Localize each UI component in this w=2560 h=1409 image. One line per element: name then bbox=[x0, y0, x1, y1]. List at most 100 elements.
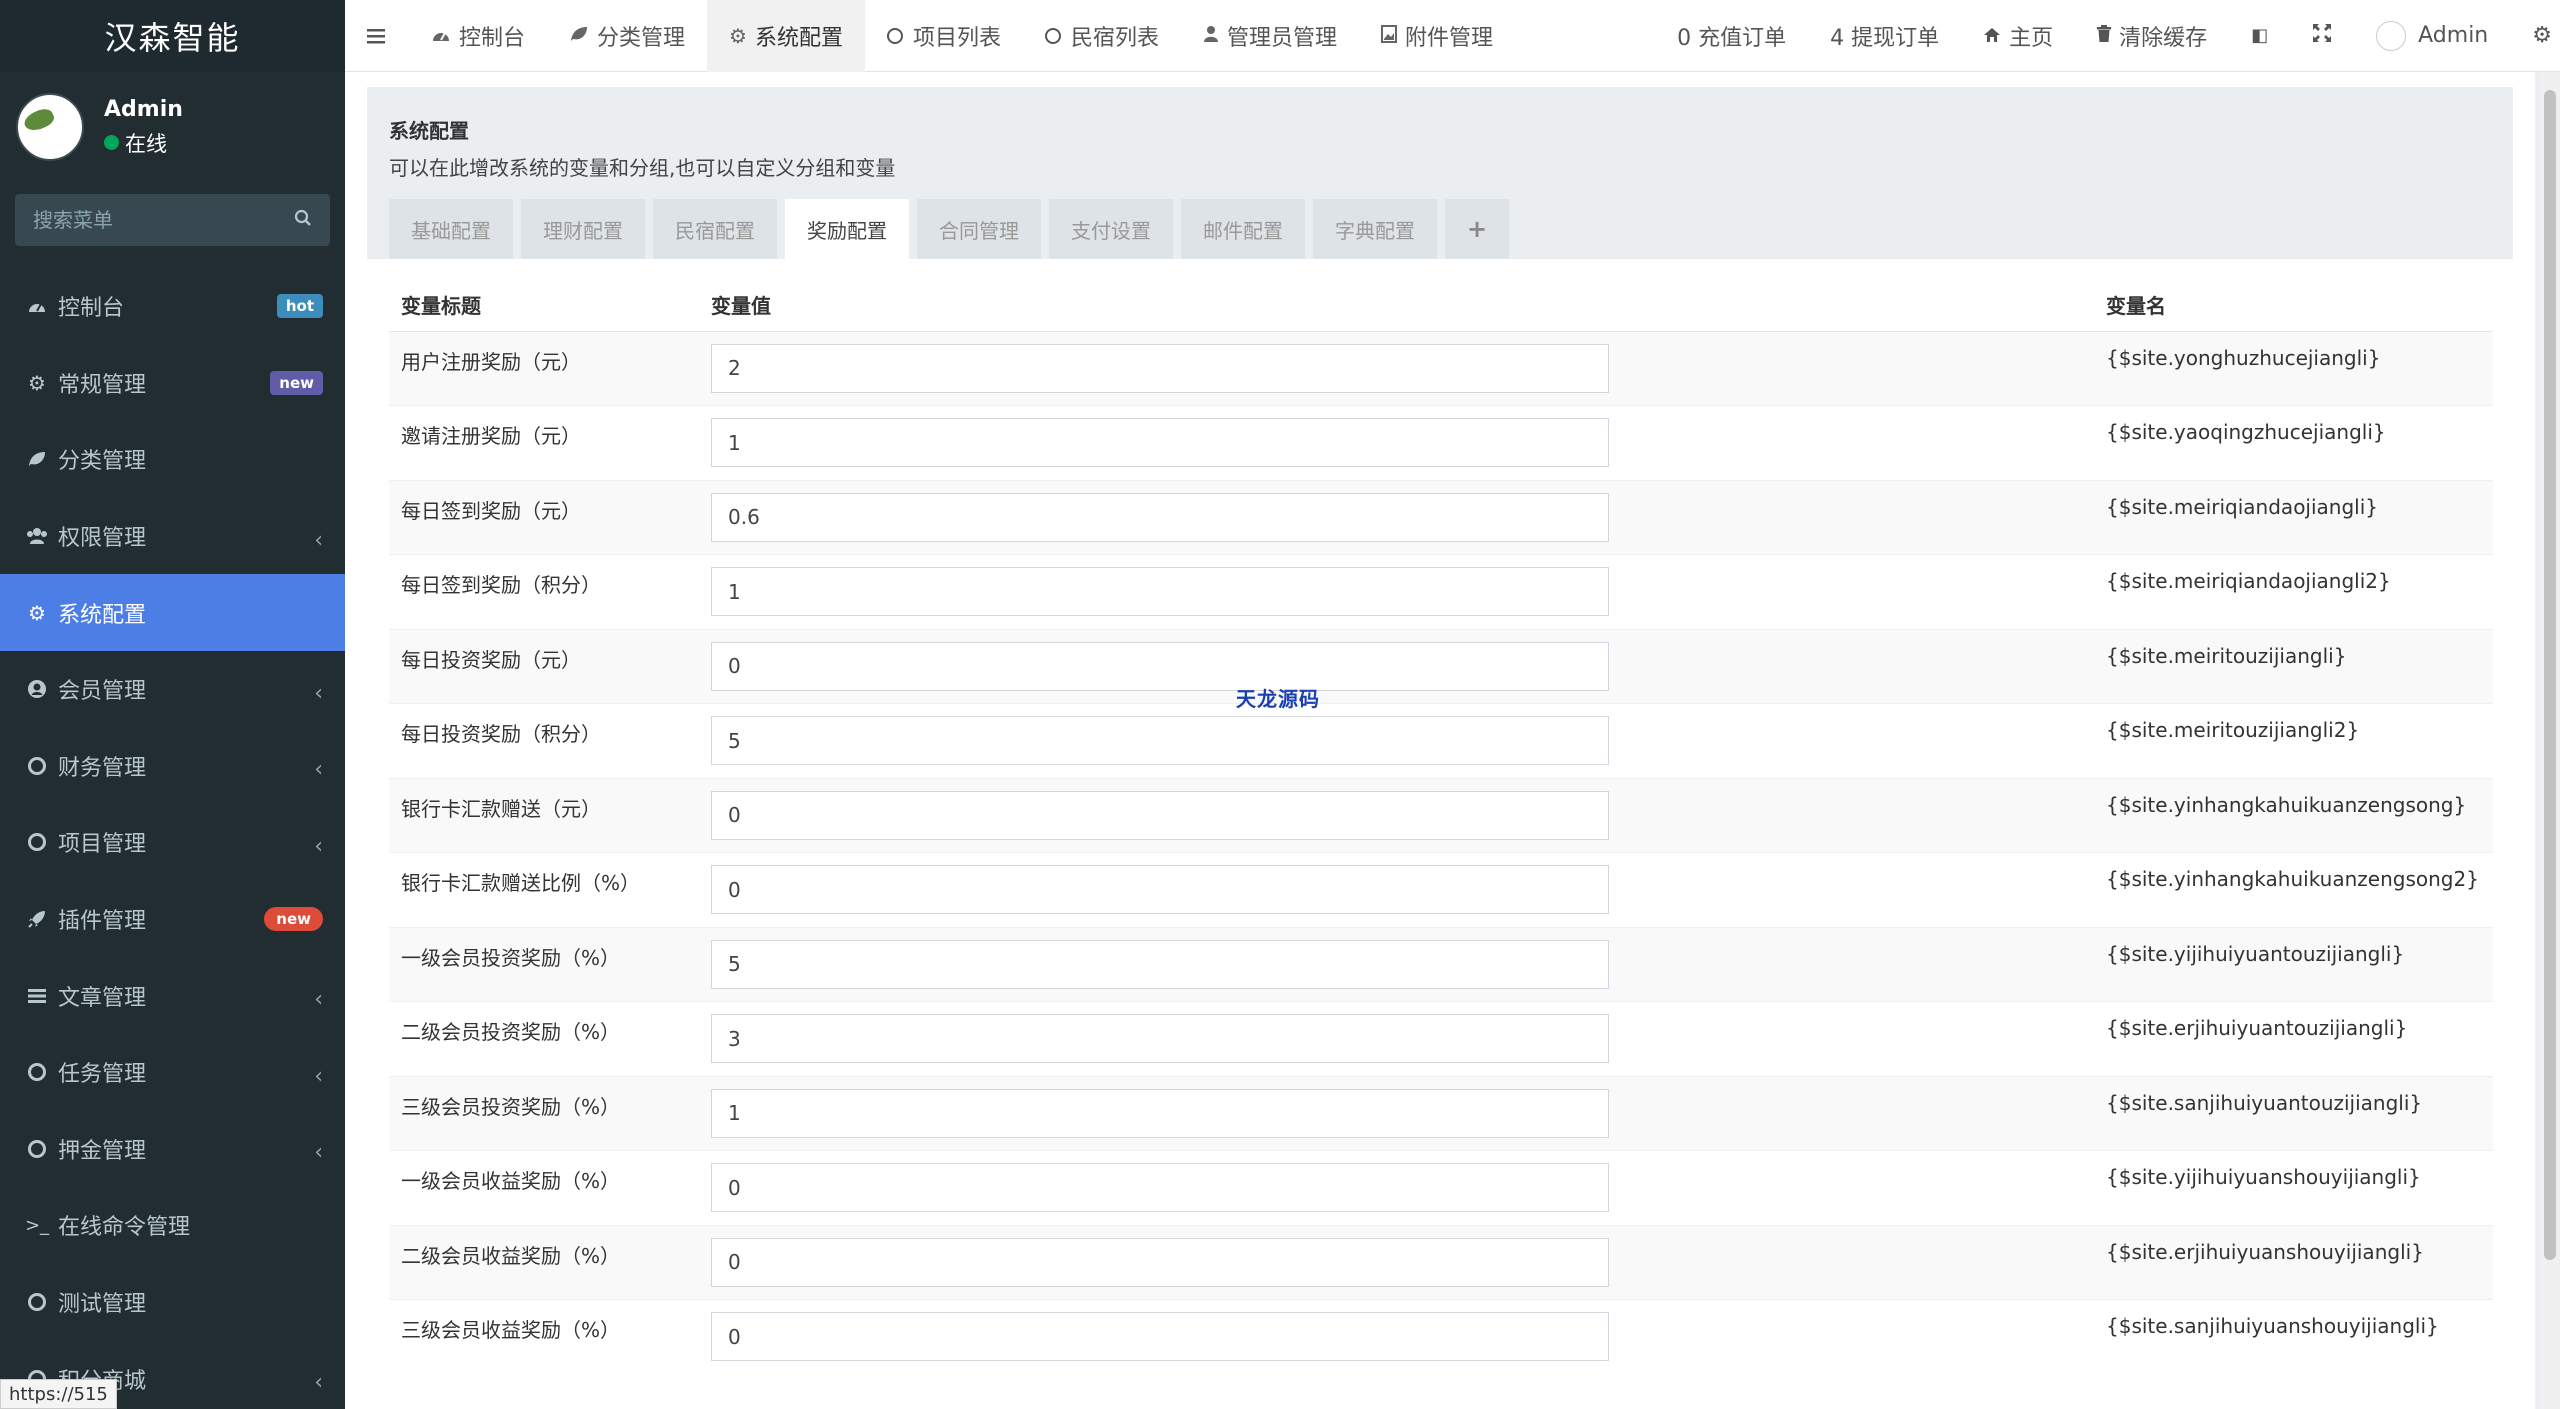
value-input[interactable] bbox=[711, 1238, 1609, 1287]
sidebar-item-project[interactable]: 项目管理 ‹ bbox=[0, 804, 345, 881]
value-input[interactable] bbox=[711, 642, 1609, 691]
variable-name: {$site.yinhangkahuikuanzengsong2} bbox=[2094, 853, 2493, 928]
sidebar-item-label: 插件管理 bbox=[58, 903, 264, 935]
page-scrollbar[interactable] bbox=[2540, 72, 2560, 1409]
sidebar-item-command[interactable]: >_ 在线命令管理 bbox=[0, 1187, 345, 1264]
sidebar-item-general[interactable]: ⚙ 常规管理 new bbox=[0, 345, 345, 422]
value-input[interactable] bbox=[711, 344, 1609, 393]
gear-icon: ⚙ bbox=[26, 602, 48, 624]
row-title: 一级会员投资奖励（%） bbox=[389, 927, 699, 1002]
value-input[interactable] bbox=[711, 1312, 1609, 1361]
tab-reward-config[interactable]: 奖励配置 bbox=[785, 199, 909, 259]
language-icon: ◧ bbox=[2251, 25, 2268, 46]
value-input[interactable] bbox=[711, 940, 1609, 989]
tab-dictionary[interactable]: 字典配置 bbox=[1313, 199, 1437, 259]
sidebar-item-dashboard[interactable]: 控制台 hot bbox=[0, 268, 345, 345]
top-navbar: 控制台 分类管理 ⚙ 系统配置 项目列表 民宿列表 管理员管理 附件管理 0 充… bbox=[345, 0, 2560, 72]
circle-icon bbox=[26, 1138, 48, 1160]
column-header-title: 变量标题 bbox=[389, 279, 699, 331]
tab-payment[interactable]: 支付设置 bbox=[1049, 199, 1173, 259]
sidebar: 汉森智能 Admin 在线 控制台 hot ⚙ 常规管理 new bbox=[0, 0, 345, 1409]
table-row: 银行卡汇款赠送比例（%） {$site.yinhangkahuikuanzeng… bbox=[389, 853, 2493, 928]
tab-homestay-config[interactable]: 民宿配置 bbox=[653, 199, 777, 259]
tab-dashboard[interactable]: 控制台 bbox=[409, 0, 547, 72]
sidebar-item-member[interactable]: 会员管理 ‹ bbox=[0, 651, 345, 728]
table-row: 每日投资奖励（元） {$site.meiritouzijiangli} bbox=[389, 629, 2493, 704]
language-button[interactable]: ◧ bbox=[2229, 0, 2290, 72]
chevron-left-icon: ‹ bbox=[314, 528, 323, 553]
sidebar-item-plugin[interactable]: 插件管理 new bbox=[0, 881, 345, 958]
chevron-left-icon: ‹ bbox=[314, 681, 323, 706]
sidebar-item-article[interactable]: 文章管理 ‹ bbox=[0, 957, 345, 1034]
variable-name: {$site.erjihuiyuantouzijiangli} bbox=[2094, 1002, 2493, 1077]
value-input[interactable] bbox=[711, 418, 1609, 467]
row-title: 三级会员收益奖励（%） bbox=[389, 1300, 699, 1375]
withdraw-orders-link[interactable]: 4 提现订单 bbox=[1808, 0, 1961, 72]
value-input[interactable] bbox=[711, 865, 1609, 914]
user-menu[interactable]: Admin bbox=[2354, 0, 2510, 72]
sidebar-item-label: 控制台 bbox=[58, 290, 277, 322]
tab-homestay-list[interactable]: 民宿列表 bbox=[1023, 0, 1181, 72]
scrollbar-thumb[interactable] bbox=[2544, 90, 2556, 1260]
add-group-button[interactable]: + bbox=[1445, 199, 1509, 259]
clear-cache-button[interactable]: 清除缓存 bbox=[2075, 0, 2229, 72]
table-row: 邀请注册奖励（元） {$site.yaoqingzhucejiangli} bbox=[389, 406, 2493, 481]
menu-search-input[interactable] bbox=[33, 208, 273, 232]
sidebar-item-deposit[interactable]: 押金管理 ‹ bbox=[0, 1111, 345, 1188]
sidebar-item-label: 权限管理 bbox=[58, 520, 314, 552]
row-title: 邀请注册奖励（元） bbox=[389, 406, 699, 481]
chevron-left-icon: ‹ bbox=[314, 1370, 323, 1395]
sidebar-item-test[interactable]: 测试管理 bbox=[0, 1264, 345, 1341]
row-title: 银行卡汇款赠送比例（%） bbox=[389, 853, 699, 928]
tab-category[interactable]: 分类管理 bbox=[547, 0, 707, 72]
value-input[interactable] bbox=[711, 716, 1609, 765]
app-logo[interactable]: 汉森智能 bbox=[0, 0, 345, 72]
row-title: 用户注册奖励（元） bbox=[389, 331, 699, 406]
column-header-value: 变量值 bbox=[699, 279, 2094, 331]
sidebar-item-system-config[interactable]: ⚙ 系统配置 bbox=[0, 574, 345, 651]
panel-heading: 系统配置 可以在此增改系统的变量和分组,也可以自定义分组和变量 基础配置 理财配… bbox=[367, 87, 2513, 259]
fullscreen-button[interactable] bbox=[2290, 0, 2354, 72]
tab-label: 项目列表 bbox=[913, 20, 1001, 52]
value-input[interactable] bbox=[711, 493, 1609, 542]
tab-contract[interactable]: 合同管理 bbox=[917, 199, 1041, 259]
avatar bbox=[2376, 21, 2406, 51]
tab-project-list[interactable]: 项目列表 bbox=[865, 0, 1023, 72]
main-content: 系统配置 可以在此增改系统的变量和分组,也可以自定义分组和变量 基础配置 理财配… bbox=[345, 72, 2535, 1409]
sidebar-item-permission[interactable]: 权限管理 ‹ bbox=[0, 498, 345, 575]
sidebar-item-task[interactable]: 任务管理 ‹ bbox=[0, 1034, 345, 1111]
new-badge: new bbox=[264, 907, 323, 931]
circle-icon bbox=[26, 755, 48, 777]
sidebar-item-label: 常规管理 bbox=[58, 367, 270, 399]
value-input[interactable] bbox=[711, 1014, 1609, 1063]
tab-basic-config[interactable]: 基础配置 bbox=[389, 199, 513, 259]
avatar bbox=[16, 93, 84, 161]
chevron-left-icon: ‹ bbox=[314, 834, 323, 859]
tab-attachment[interactable]: 附件管理 bbox=[1359, 0, 1515, 72]
value-input[interactable] bbox=[711, 791, 1609, 840]
sidebar-toggle-button[interactable] bbox=[345, 0, 409, 72]
value-input[interactable] bbox=[711, 567, 1609, 616]
tab-finance-config[interactable]: 理财配置 bbox=[521, 199, 645, 259]
variable-name: {$site.sanjihuiyuantouzijiangli} bbox=[2094, 1076, 2493, 1151]
tab-system-config[interactable]: ⚙ 系统配置 bbox=[707, 0, 865, 72]
sidebar-item-finance[interactable]: 财务管理 ‹ bbox=[0, 728, 345, 805]
tab-admin-management[interactable]: 管理员管理 bbox=[1181, 0, 1359, 72]
home-link[interactable]: 主页 bbox=[1961, 0, 2075, 72]
value-input[interactable] bbox=[711, 1089, 1609, 1138]
recharge-orders-link[interactable]: 0 充值订单 bbox=[1655, 0, 1808, 72]
tab-email[interactable]: 邮件配置 bbox=[1181, 199, 1305, 259]
status-url: https://515 bbox=[0, 1379, 117, 1409]
sidebar-item-category[interactable]: 分类管理 bbox=[0, 421, 345, 498]
sidebar-item-label: 会员管理 bbox=[58, 673, 314, 705]
table-row: 二级会员投资奖励（%） {$site.erjihuiyuantouzijiang… bbox=[389, 1002, 2493, 1077]
online-dot-icon bbox=[104, 135, 119, 150]
value-input[interactable] bbox=[711, 1163, 1609, 1212]
page-description: 可以在此增改系统的变量和分组,也可以自定义分组和变量 bbox=[389, 152, 2491, 181]
tab-label: 系统配置 bbox=[755, 20, 843, 52]
config-tabs: 基础配置 理财配置 民宿配置 奖励配置 合同管理 支付设置 邮件配置 字典配置 … bbox=[389, 199, 1517, 259]
settings-button[interactable]: ⚙ bbox=[2510, 0, 2560, 72]
table-row: 用户注册奖励（元） {$site.yonghuzhucejiangli} bbox=[389, 331, 2493, 406]
search-icon[interactable] bbox=[294, 209, 312, 231]
circle-icon bbox=[26, 831, 48, 853]
